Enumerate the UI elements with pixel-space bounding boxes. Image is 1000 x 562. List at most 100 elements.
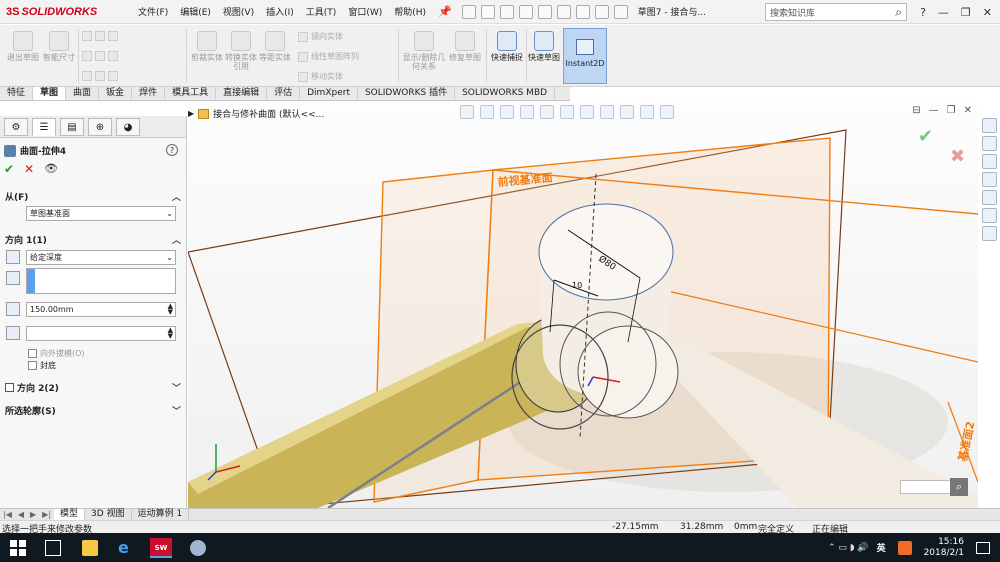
draft-outward-checkbox[interactable]: 向外拔模(O): [28, 348, 85, 359]
expand-tree-icon[interactable]: ▶: [188, 109, 194, 118]
file-explorer-icon[interactable]: [982, 154, 997, 169]
edge-browser-icon[interactable]: e: [118, 540, 134, 556]
tab-motion-study[interactable]: 运动算例 1: [132, 509, 190, 520]
repair-sketch-button[interactable]: 修复草图: [448, 31, 482, 62]
end-condition-select[interactable]: 给定深度 ⌄: [26, 250, 176, 265]
solidworks-taskbar-icon[interactable]: SW 2016: [150, 538, 172, 558]
reverse-direction-icon[interactable]: [6, 250, 20, 264]
tab-3d-views[interactable]: 3D 视图: [85, 509, 132, 520]
viewport-search-icon[interactable]: ⌕: [950, 478, 968, 496]
tab-addins[interactable]: SOLIDWORKS 插件: [358, 87, 456, 100]
draft-angle-input[interactable]: ▲ ▼: [26, 326, 176, 341]
spin-arrows-icon[interactable]: ▲ ▼: [168, 303, 173, 316]
ok-icon[interactable]: ✔: [4, 162, 14, 176]
options-gear-icon[interactable]: [613, 4, 628, 19]
viewport-tile-icon[interactable]: ⊟: [912, 105, 920, 116]
instant2d-button[interactable]: Instant2D: [563, 28, 607, 84]
ime-indicator[interactable]: 英: [877, 541, 886, 554]
length-dimension-text[interactable]: 10: [572, 281, 582, 290]
tab-features[interactable]: 特征: [0, 87, 34, 100]
exit-sketch-button[interactable]: 退出草图: [6, 31, 40, 62]
windows-start-icon[interactable]: [10, 540, 26, 556]
tab-model[interactable]: 模型: [54, 509, 86, 520]
dynamic-annotation-icon[interactable]: [540, 105, 554, 119]
section-direction2[interactable]: 方向 2(2) ﹀: [0, 379, 186, 395]
tab-sheet-metal[interactable]: 钣金: [99, 87, 133, 100]
tab-sketch[interactable]: 草图: [33, 87, 67, 100]
display-manager-icon[interactable]: ◕: [116, 118, 140, 136]
expand-icon[interactable]: ﹀: [172, 381, 181, 394]
feature-manager-icon[interactable]: ⚙: [4, 118, 28, 136]
restore-button[interactable]: ❐: [961, 6, 971, 19]
tab-dimxpert[interactable]: DimXpert: [300, 87, 358, 100]
app-taskbar-icon[interactable]: [190, 540, 206, 556]
plane2-label[interactable]: 基准面2: [955, 420, 977, 464]
file-properties-icon[interactable]: [594, 4, 609, 19]
line-tool-button[interactable]: [82, 31, 118, 41]
minimize-button[interactable]: —: [938, 6, 949, 19]
collapse-icon[interactable]: ︿: [172, 190, 181, 203]
notification-icon[interactable]: [976, 541, 990, 554]
undo-icon[interactable]: [537, 4, 552, 19]
collapse-icon[interactable]: ︿: [172, 233, 181, 246]
menu-view[interactable]: 视图(V): [217, 5, 260, 18]
help-icon[interactable]: ?: [166, 144, 178, 156]
cap-end-checkbox[interactable]: 封底: [28, 360, 56, 371]
dimxpert-manager-icon[interactable]: ⊕: [88, 118, 112, 136]
file-explorer-taskbar-icon[interactable]: [82, 540, 98, 556]
pin-menu-icon[interactable]: 📌: [438, 5, 452, 18]
solidworks-resources-icon[interactable]: [982, 118, 997, 133]
prev-tab-icon[interactable]: ◀: [15, 510, 27, 519]
linear-pattern-button[interactable]: 线性草图阵列: [298, 51, 359, 62]
feature-breadcrumb[interactable]: ▶ 接合与修补曲面 (默认<<...: [188, 107, 324, 120]
section-view-icon[interactable]: [520, 105, 534, 119]
edit-appearance-icon[interactable]: [620, 105, 634, 119]
close-button[interactable]: ✕: [983, 6, 992, 19]
apply-scene-icon[interactable]: [640, 105, 654, 119]
section-from[interactable]: 从(F) ︿: [0, 188, 186, 204]
draft-icon[interactable]: [6, 326, 20, 340]
quick-snaps-button[interactable]: 快速捕捉: [490, 31, 524, 62]
display-delete-relations-button[interactable]: 显示/删除几何关系: [402, 31, 446, 71]
view-palette-icon[interactable]: [982, 172, 997, 187]
tab-evaluate[interactable]: 评估: [267, 87, 301, 100]
view-orientation-icon[interactable]: [560, 105, 574, 119]
tab-surfaces[interactable]: 曲面: [66, 87, 100, 100]
convert-entities-button[interactable]: 转换实体引用: [224, 31, 258, 71]
previous-view-icon[interactable]: [500, 105, 514, 119]
custom-properties-icon[interactable]: [982, 208, 997, 223]
section-selected-contours[interactable]: 所选轮廓(S) ﹀: [0, 402, 186, 418]
next-tab-icon[interactable]: ▶: [27, 510, 39, 519]
property-manager-icon[interactable]: ☰: [32, 118, 56, 136]
direction2-checkbox[interactable]: [5, 382, 14, 392]
hide-show-items-icon[interactable]: [600, 105, 614, 119]
expand-icon[interactable]: ﹀: [172, 404, 181, 417]
forum-icon[interactable]: [982, 226, 997, 241]
from-select[interactable]: 草图基准面 ⌄: [26, 206, 176, 221]
search-icon[interactable]: ⌕: [895, 5, 902, 20]
preview-eye-icon[interactable]: 👁: [44, 162, 58, 176]
menu-file[interactable]: 文件(F): [132, 5, 174, 18]
task-view-icon[interactable]: [45, 540, 61, 556]
clock[interactable]: 15:16 2018/2/1: [924, 537, 964, 559]
first-tab-icon[interactable]: |◀: [0, 510, 15, 519]
tab-direct-editing[interactable]: 直接编辑: [216, 87, 268, 100]
sogou-input-icon[interactable]: [897, 540, 912, 555]
select-icon[interactable]: [556, 4, 571, 19]
tab-mbd[interactable]: SOLIDWORKS MBD: [455, 87, 556, 100]
graphics-area[interactable]: Ø80 10 前视基准面 基准面2 ▶ 接合与修补曲面 (默认<<... ⊟ —…: [188, 102, 978, 508]
design-library-icon[interactable]: [982, 136, 997, 151]
view-settings-icon[interactable]: [660, 105, 674, 119]
tray-icons[interactable]: ⌃ ▭ ◗ 🔊: [828, 543, 869, 553]
mirror-entities-button[interactable]: 镜向实体: [298, 31, 343, 42]
new-doc-icon[interactable]: [461, 4, 476, 19]
menu-tools[interactable]: 工具(T): [300, 5, 343, 18]
section-direction1[interactable]: 方向 1(1) ︿: [0, 231, 186, 247]
slot-tool-button[interactable]: [82, 71, 118, 81]
solidworks-logo[interactable]: 3S SOLIDWORKS: [0, 0, 118, 24]
viewport-close-icon[interactable]: ✕: [964, 105, 972, 116]
print-icon[interactable]: [518, 4, 533, 19]
save-icon[interactable]: [499, 4, 514, 19]
knowledge-search-input[interactable]: 搜索知识库 ⌕: [765, 3, 907, 21]
zoom-to-fit-icon[interactable]: [460, 105, 474, 119]
